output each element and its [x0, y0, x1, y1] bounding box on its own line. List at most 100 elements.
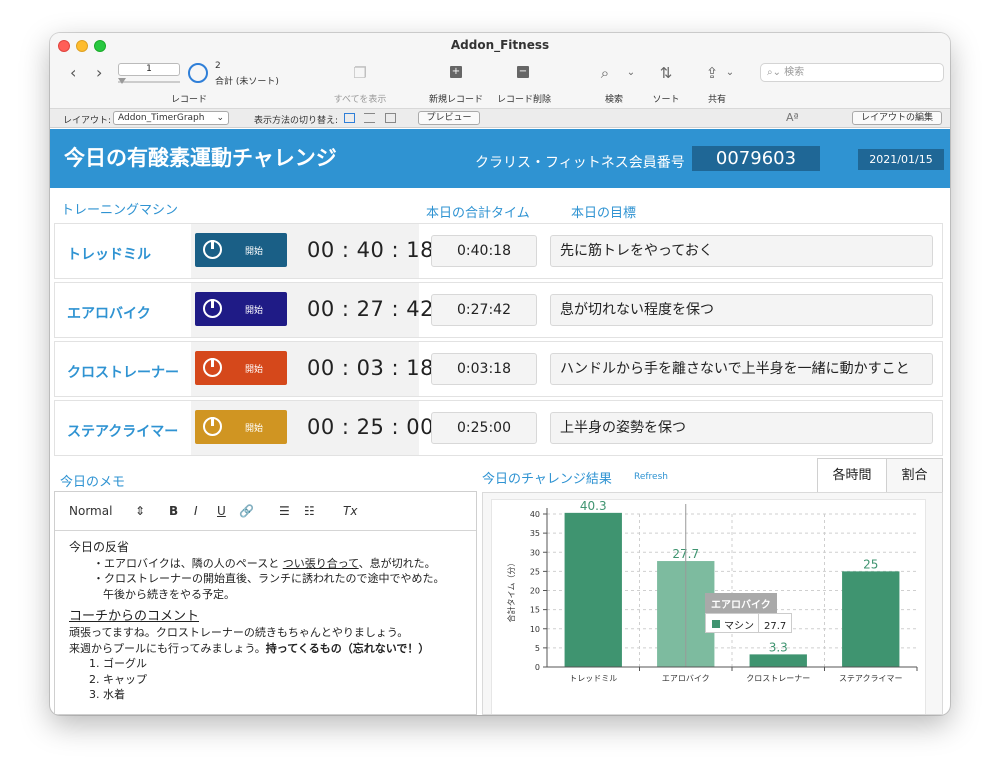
member-number-field[interactable]: 0079603	[692, 146, 820, 171]
reflection-title: 今日の反省	[69, 540, 130, 554]
x-tick-label: ステアクライマー	[839, 674, 903, 683]
goal-field[interactable]: ハンドルから手を離さないで上半身を一緒に動かすこと	[550, 353, 933, 385]
table-view-icon[interactable]	[385, 113, 396, 123]
total-time-field[interactable]: 0:27:42	[431, 294, 537, 326]
start-button[interactable]: 開始	[195, 410, 287, 444]
new-record-icon[interactable]: +	[450, 66, 462, 78]
share-label[interactable]: 共有	[708, 92, 726, 105]
member-number-label: クラリス・フィットネス会員番号	[475, 155, 685, 171]
machine-row: クロストレーナー 開始 00 : 03 : 18 0:03:18 ハンドルから手…	[54, 341, 943, 397]
power-icon	[203, 417, 222, 436]
tooltip-title: エアロバイク	[705, 593, 777, 614]
timer-area: 開始 00 : 25 : 00	[191, 401, 434, 455]
delete-record-label[interactable]: レコード削除	[497, 92, 551, 105]
start-button[interactable]: 開始	[195, 233, 287, 267]
reflection-underlined: つい張り合って	[282, 556, 359, 570]
new-record-label[interactable]: 新規レコード	[429, 92, 483, 105]
start-label: 開始	[245, 247, 264, 257]
bold-button[interactable]: B	[169, 504, 178, 518]
y-tick-label: 25	[530, 567, 540, 576]
record-pie-icon	[188, 63, 208, 83]
layout-label: レイアウト:	[63, 116, 112, 126]
memo-editor[interactable]: Normal ⇕ B I U 🔗 ☰ ☷ Tx 今日の反省 ・エアロバイクは、隣…	[54, 491, 477, 715]
layout-bar: レイアウト: Addon_TimerGraph ⌄ 表示方法の切り替え: プレビュ…	[50, 109, 950, 128]
tooltip-swatch	[712, 620, 720, 628]
start-label: 開始	[245, 365, 264, 375]
goal-field[interactable]: 息が切れない程度を保つ	[550, 294, 933, 326]
reflection-line: 午後から続きをやる予定。	[103, 587, 235, 601]
tooltip-value: 27.7	[764, 621, 787, 632]
record-slider-track[interactable]	[118, 81, 180, 83]
chart-area: 0 5 10 15 20 25 30 35 40 40.3 トレッドミル 27.7 エアロバイク 3.3 ク…	[491, 499, 926, 714]
coach-text: 来週からプールにも行ってみましょう。	[69, 641, 266, 655]
total-time-field[interactable]: 0:25:00	[431, 412, 537, 444]
share-icon[interactable]: ⇪	[702, 64, 722, 82]
goal-field[interactable]: 上半身の姿勢を保つ	[550, 412, 933, 444]
refresh-link[interactable]: Refresh	[634, 472, 668, 482]
timer-area: 開始 00 : 27 : 42	[191, 283, 434, 337]
italic-button[interactable]: I	[194, 504, 198, 518]
machine-row: エアロバイク 開始 00 : 27 : 42 0:27:42 息が切れない程度を…	[54, 282, 943, 338]
link-icon[interactable]: 🔗	[239, 504, 254, 518]
edit-layout-button[interactable]: レイアウトの編集	[852, 111, 942, 125]
find-dropdown-icon[interactable]: ⌄	[621, 67, 641, 78]
tab-ratio[interactable]: 割合	[886, 458, 943, 493]
sort-label[interactable]: ソート	[652, 92, 679, 105]
show-all-icon[interactable]: ❐	[350, 64, 370, 82]
timer-area: 開始 00 : 40 : 18	[191, 224, 434, 278]
coach-bold: 持ってくるもの（忘れないで！）	[265, 641, 430, 655]
timer-display: 00 : 25 : 00	[307, 415, 435, 439]
total-time-field[interactable]: 0:40:18	[431, 235, 537, 267]
memo-content[interactable]: 今日の反省 ・エアロバイクは、隣の人のペースと つい張り合って、息が切れた。 ・…	[69, 540, 469, 703]
total-time-field[interactable]: 0:03:18	[431, 353, 537, 385]
machine-row: ステアクライマー 開始 00 : 25 : 00 0:25:00 上半身の姿勢を…	[54, 400, 943, 456]
list-view-icon[interactable]	[364, 113, 375, 123]
y-tick-label: 35	[530, 529, 540, 538]
find-label[interactable]: 検索	[605, 92, 623, 105]
date-field[interactable]: 2021/01/15	[858, 149, 944, 170]
goal-field[interactable]: 先に筋トレをやっておく	[550, 235, 933, 267]
show-all-label[interactable]: すべてを表示	[334, 92, 387, 105]
layout-select-value: Addon_TimerGraph	[118, 113, 205, 123]
record-slider-knob[interactable]	[118, 78, 126, 84]
ordered-list-icon[interactable]: ☰	[279, 504, 290, 518]
tab-each-time[interactable]: 各時間	[817, 458, 887, 493]
search-input[interactable]: ⌕⌄ 検索	[760, 63, 944, 82]
find-icon[interactable]: ⌕	[595, 64, 615, 82]
bar	[749, 654, 807, 667]
text-format-icon[interactable]: Aª	[786, 111, 799, 124]
y-axis-label: 合計タイム（分）	[506, 559, 516, 623]
memo-heading: 今日のメモ	[60, 475, 126, 490]
y-tick-label: 30	[530, 548, 540, 557]
data-label: 25	[863, 557, 878, 571]
text-style-select[interactable]: Normal	[69, 504, 112, 518]
form-view-icon[interactable]	[344, 113, 355, 123]
record-number-field[interactable]: 1	[118, 63, 180, 76]
timer-area: 開始 00 : 03 : 18	[191, 342, 434, 396]
start-button[interactable]: 開始	[195, 351, 287, 385]
share-dropdown-icon[interactable]: ⌄	[720, 67, 740, 78]
x-tick-label: トレッドミル	[569, 674, 617, 683]
underline-button[interactable]: U	[217, 504, 226, 518]
bullet-list-icon[interactable]: ☷	[304, 504, 315, 518]
timer-display: 00 : 40 : 18	[307, 238, 435, 262]
y-tick-label: 10	[530, 625, 540, 634]
start-button[interactable]: 開始	[195, 292, 287, 326]
y-tick-label: 0	[535, 663, 540, 672]
sort-icon[interactable]: ⇅	[656, 64, 676, 82]
start-label: 開始	[245, 306, 264, 316]
delete-record-icon[interactable]: −	[517, 66, 529, 78]
reflection-line: ・クロストレーナーの開始直後、ランチに誘われたので途中でやめた。	[93, 572, 445, 586]
titlebar: Addon_Fitness ‹ › 1 2 合計 (未ソート) レコード ❐ す…	[50, 33, 950, 109]
record-count: 2	[215, 61, 221, 71]
memo-toolbar: Normal ⇕ B I U 🔗 ☰ ☷ Tx	[55, 492, 476, 531]
reflection-text: ・エアロバイクは、隣の人のペースと	[93, 556, 283, 570]
next-record-icon[interactable]: ›	[96, 63, 102, 82]
layout-select[interactable]: Addon_TimerGraph ⌄	[113, 111, 229, 125]
previous-record-icon[interactable]: ‹	[70, 63, 76, 82]
style-stepper-icon[interactable]: ⇕	[135, 504, 145, 518]
clear-format-icon[interactable]: Tx	[343, 504, 357, 518]
list-item: 3. 水着	[89, 688, 125, 702]
preview-button[interactable]: プレビュー	[418, 111, 480, 125]
chart-panel: 0 5 10 15 20 25 30 35 40 40.3 トレッドミル 27.7 エアロバイク 3.3 ク…	[482, 492, 943, 715]
